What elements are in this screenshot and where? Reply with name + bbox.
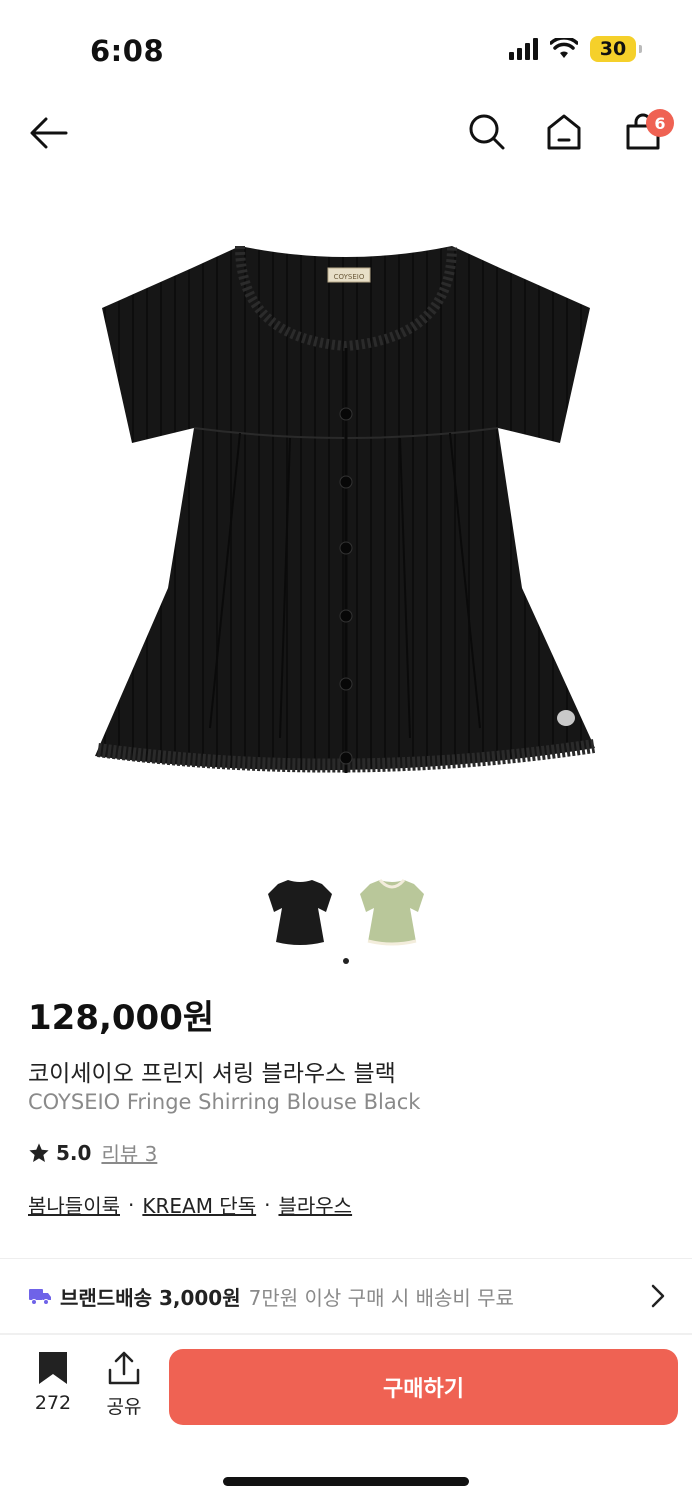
tag-item[interactable]: 블라우스	[278, 1190, 352, 1219]
rating-score: 5.0	[56, 1140, 92, 1165]
shipping-info-row[interactable]: 브랜드배송 3,000원 7만원 이상 구매 시 배송비 무료	[0, 1259, 692, 1333]
cart-count-badge: 6	[646, 109, 674, 137]
tag-separator: ·	[264, 1192, 271, 1217]
product-name-ko: 코이세이오 프린지 셔링 블라우스 블랙	[28, 1061, 396, 1087]
bottom-action-bar: 272 공유 구매하기	[0, 1336, 692, 1500]
share-icon	[108, 1351, 140, 1385]
search-icon[interactable]	[468, 112, 506, 152]
truck-icon	[29, 1289, 51, 1305]
wifi-icon	[550, 38, 578, 58]
product-price: 128,000원	[28, 998, 215, 1038]
top-nav: 6	[0, 100, 692, 166]
bookmark-button[interactable]: 272	[28, 1350, 78, 1414]
tag-item[interactable]: 봄나들이룩	[28, 1190, 120, 1219]
signal-icon	[509, 38, 538, 60]
tag-item[interactable]: KREAM 단독	[142, 1190, 256, 1219]
status-bar: 6:08 30	[0, 0, 692, 100]
tag-list: 봄나들이룩 · KREAM 단독 · 블라우스	[28, 1190, 352, 1219]
home-indicator	[223, 1477, 469, 1486]
share-label: 공유	[106, 1396, 142, 1418]
shipping-label: 브랜드배송 3,000원	[60, 1285, 241, 1310]
brand-label: COYSEIO	[334, 273, 365, 281]
bookmark-icon	[39, 1352, 67, 1384]
battery-icon: 30	[590, 36, 642, 62]
back-arrow-icon[interactable]	[28, 114, 70, 152]
buy-button[interactable]: 구매하기	[169, 1349, 678, 1425]
thumbnail-black[interactable]	[266, 876, 334, 948]
thumbnail-green[interactable]	[358, 876, 426, 948]
carousel-indicator	[343, 958, 349, 964]
thumbnail-strip	[0, 876, 692, 948]
product-name-en: COYSEIO Fringe Shirring Blouse Black	[28, 1090, 421, 1114]
share-button[interactable]: 공유	[100, 1350, 148, 1419]
reviews-link[interactable]: 리뷰 3	[101, 1138, 157, 1167]
divider	[0, 1333, 692, 1335]
status-icons: 30	[509, 36, 642, 62]
tag-separator: ·	[128, 1192, 135, 1217]
star-icon	[29, 1142, 49, 1162]
status-time: 6:08	[90, 34, 165, 68]
chevron-right-icon	[651, 1284, 665, 1308]
home-icon[interactable]	[544, 112, 584, 152]
shipping-sub: 7만원 이상 구매 시 배송비 무료	[248, 1285, 514, 1310]
bookmark-count: 272	[34, 1392, 72, 1414]
rating-row: 5.0 리뷰 3	[28, 1138, 157, 1167]
product-image[interactable]: COYSEIO	[90, 228, 602, 788]
